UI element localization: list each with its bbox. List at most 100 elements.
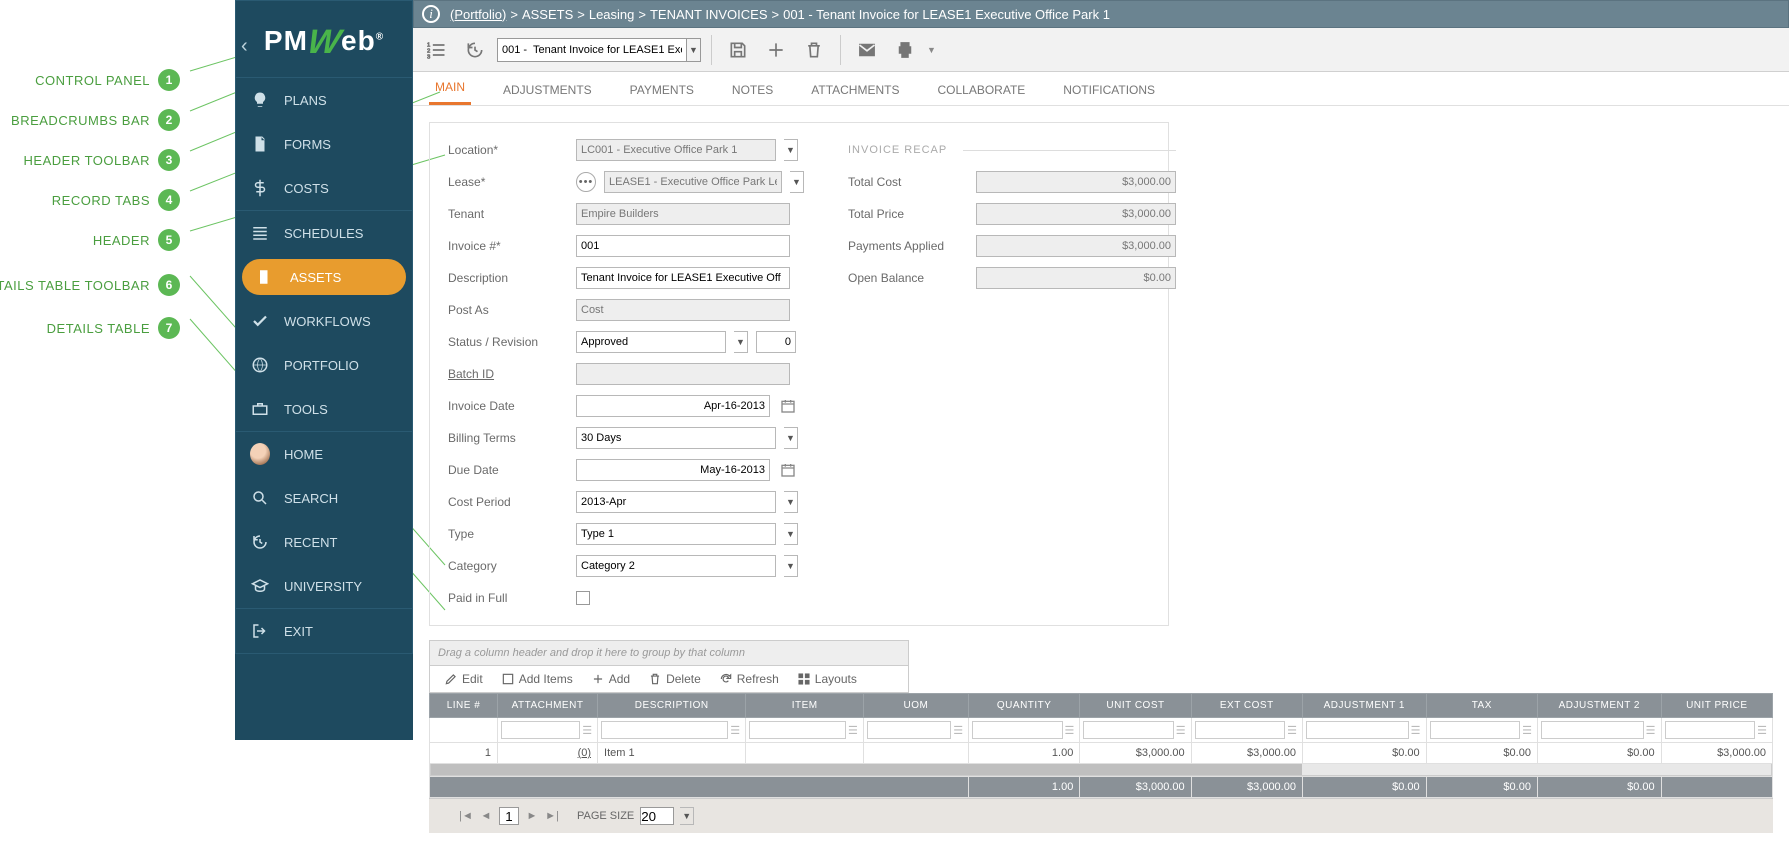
col-qty[interactable]: QUANTITY [969,694,1080,718]
nav-workflows[interactable]: WORKFLOWS [236,299,412,343]
cell-attach[interactable]: (0) [498,743,598,764]
filter-icon[interactable]: ☰ [1520,721,1534,739]
chevron-down-icon[interactable]: ▼ [784,427,798,449]
filter-icon[interactable]: ☰ [1285,721,1299,739]
invdate-input[interactable] [576,395,770,417]
filter-icon[interactable]: ☰ [1174,721,1188,739]
nav-university[interactable]: UNIVERSITY [236,564,412,608]
filter-icon[interactable]: ☰ [951,721,965,739]
chevron-down-icon[interactable]: ▼ [687,38,701,62]
col-line[interactable]: LINE # [430,694,498,718]
calendar-icon[interactable] [778,396,798,416]
col-uom[interactable]: UOM [863,694,968,718]
nav-recent[interactable]: RECENT [236,520,412,564]
nav-search[interactable]: SEARCH [236,476,412,520]
add-items-button[interactable]: Add Items [501,672,573,686]
col-tax[interactable]: TAX [1426,694,1537,718]
chevron-down-icon[interactable]: ▼ [784,555,798,577]
record-select-input[interactable] [497,38,687,62]
add-button[interactable]: Add [591,672,630,686]
tab-notifications[interactable]: NOTIFICATIONS [1057,75,1161,105]
tab-collaborate[interactable]: COLLABORATE [931,75,1031,105]
filter-icon[interactable]: ☰ [846,721,860,739]
nav-exit[interactable]: EXIT [236,609,412,653]
chevron-down-icon[interactable]: ▼ [680,807,694,825]
category-input[interactable] [576,555,776,577]
col-desc[interactable]: DESCRIPTION [598,694,746,718]
filter-input[interactable] [1665,721,1756,739]
filter-input[interactable] [501,721,580,739]
horizontal-scrollbar[interactable] [430,764,1772,776]
col-unitprice[interactable]: UNIT PRICE [1661,694,1772,718]
grid-data-row[interactable]: 1 (0) Item 1 1.00 $3,000.00 $3,000.00 $0… [430,743,1773,764]
col-adj2[interactable]: ADJUSTMENT 2 [1537,694,1661,718]
record-select[interactable]: ▼ [497,38,701,62]
history-icon[interactable] [459,34,491,66]
paid-checkbox[interactable] [576,591,590,605]
col-extcost[interactable]: EXT COST [1191,694,1302,718]
tab-main[interactable]: MAIN [429,72,471,105]
info-icon[interactable]: i [422,5,440,23]
nav-plans[interactable]: PLANS [236,78,412,122]
add-icon[interactable] [760,34,792,66]
costperiod-input[interactable] [576,491,776,513]
filter-icon[interactable]: ☰ [1644,721,1658,739]
nav-assets[interactable]: ASSETS [242,259,406,295]
location-input[interactable] [576,139,776,161]
nav-schedules[interactable]: SCHEDULES [236,211,412,255]
label-batch[interactable]: Batch ID [448,367,568,381]
tab-notes[interactable]: NOTES [726,75,779,105]
nav-portfolio[interactable]: PORTFOLIO [236,343,412,387]
save-icon[interactable] [722,34,754,66]
chevron-down-icon[interactable]: ▼ [784,523,798,545]
description-input[interactable] [576,267,790,289]
edit-button[interactable]: Edit [444,672,483,686]
breadcrumb-portfolio[interactable]: (Portfolio) [450,7,506,22]
billing-input[interactable] [576,427,776,449]
filter-icon[interactable]: ☰ [1409,721,1423,739]
tab-attachments[interactable]: ATTACHMENTS [805,75,905,105]
col-unitcost[interactable]: UNIT COST [1080,694,1191,718]
chevron-down-icon[interactable]: ▼ [734,331,748,353]
status-input[interactable] [576,331,726,353]
filter-icon[interactable]: ☰ [728,721,742,739]
filter-icon[interactable]: ☰ [1755,721,1769,739]
filter-input[interactable] [1541,721,1644,739]
col-adj1[interactable]: ADJUSTMENT 1 [1302,694,1426,718]
breadcrumb-item[interactable]: ASSETS [522,7,573,22]
page-input[interactable] [499,807,519,825]
lease-input[interactable] [604,171,782,193]
delete-icon[interactable] [798,34,830,66]
type-input[interactable] [576,523,776,545]
collapse-icon[interactable]: ‹ [241,35,248,58]
filter-input[interactable] [1306,721,1409,739]
invoice-input[interactable] [576,235,790,257]
calendar-icon[interactable] [778,460,798,480]
email-icon[interactable] [851,34,883,66]
chevron-down-icon[interactable]: ▼ [784,139,798,161]
page-size-input[interactable] [640,807,674,825]
tab-adjustments[interactable]: ADJUSTMENTS [497,75,598,105]
col-attach[interactable]: ATTACHMENT [498,694,598,718]
filter-icon[interactable]: ☰ [1063,721,1077,739]
revision-input[interactable] [756,331,796,353]
tab-payments[interactable]: PAYMENTS [624,75,700,105]
filter-input[interactable] [601,721,728,739]
filter-input[interactable] [972,721,1062,739]
duedate-input[interactable] [576,459,770,481]
nav-costs[interactable]: COSTS [236,166,412,210]
filter-icon[interactable]: ☰ [580,721,594,739]
breadcrumb-item[interactable]: TENANT INVOICES [650,7,768,22]
group-hint[interactable]: Drag a column header and drop it here to… [430,641,908,666]
filter-input[interactable] [867,721,951,739]
chevron-down-icon[interactable]: ▼ [927,45,936,55]
prev-page-icon[interactable]: ◄ [479,810,493,822]
layouts-button[interactable]: Layouts [797,672,857,686]
filter-input[interactable] [1195,721,1285,739]
print-icon[interactable] [889,34,921,66]
first-page-icon[interactable]: |◄ [459,810,473,822]
nav-tools[interactable]: TOOLS [236,387,412,431]
breadcrumb-item[interactable]: Leasing [589,7,635,22]
chevron-down-icon[interactable]: ▼ [790,171,804,193]
filter-input[interactable] [1430,721,1520,739]
